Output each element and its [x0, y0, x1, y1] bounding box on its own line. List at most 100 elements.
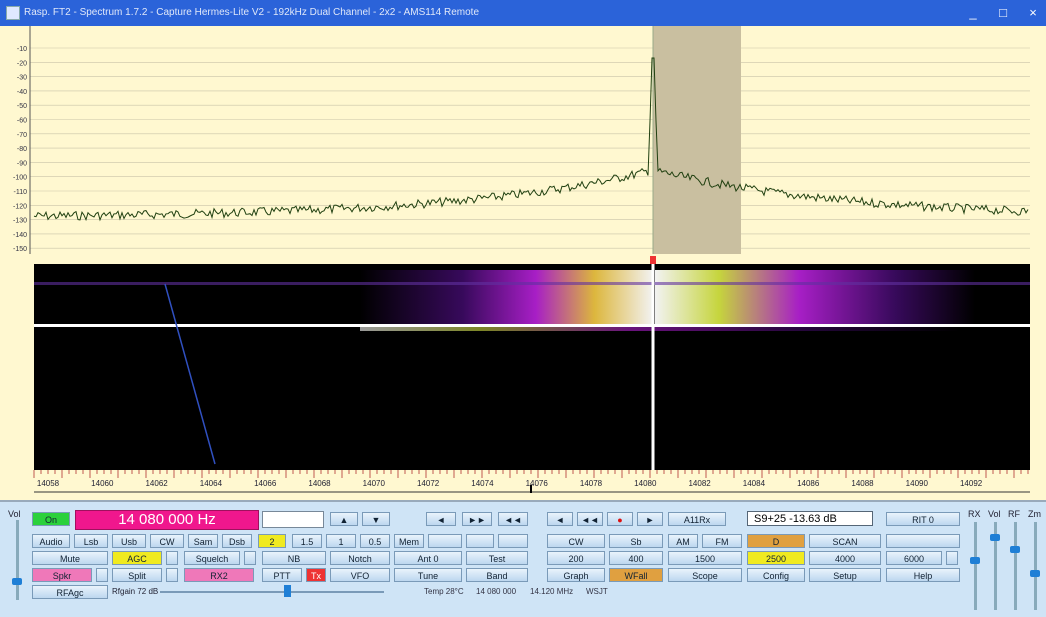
rx-slider-thumb[interactable] [970, 557, 980, 564]
bw-6000-button[interactable]: 6000 [886, 551, 942, 565]
spectrum-display[interactable]: -10 -20 -30 -40 -50 -60 -70 -80 -90 -100 -110 -120 -… [0, 26, 1046, 254]
rx-select-button[interactable]: A11Rx [668, 512, 726, 526]
empty-button-1[interactable] [428, 534, 462, 548]
digital-mode-button[interactable]: D [747, 534, 805, 548]
notch-button[interactable]: Notch [330, 551, 390, 565]
agc-button[interactable]: AGC [112, 551, 162, 565]
freq-label: 14062 [145, 479, 168, 488]
scope-button[interactable]: Scope [668, 568, 742, 582]
step-up-button[interactable]: ▲ [330, 512, 358, 526]
db-label: -120 [13, 203, 27, 210]
bw-option-button[interactable] [946, 551, 958, 565]
dsb-button[interactable]: Dsb [222, 534, 252, 548]
squelch-button[interactable]: Squelch [184, 551, 240, 565]
zoom-slider-track[interactable] [1034, 522, 1037, 610]
vfo-button[interactable]: VFO [330, 568, 390, 582]
waterfall-signal-left [360, 270, 653, 326]
slider-label-vol: Vol [988, 509, 1001, 519]
rf-slider-thumb[interactable] [1010, 546, 1020, 553]
db-label: -60 [17, 118, 27, 125]
setup-button[interactable]: Setup [809, 568, 881, 582]
test-button[interactable]: Test [466, 551, 528, 565]
prev-button[interactable]: ◄ [426, 512, 456, 526]
empty-button-2[interactable] [466, 534, 494, 548]
close-button[interactable]: × [1022, 4, 1044, 22]
rf-slider-track[interactable] [1014, 522, 1017, 610]
frequency-display[interactable]: 14 080 000 Hz [75, 510, 259, 530]
cw-right-button[interactable]: CW [547, 534, 605, 548]
rx-slider-track[interactable] [974, 522, 977, 610]
mem-button[interactable]: Mem [394, 534, 424, 548]
usb-button[interactable]: Usb [112, 534, 146, 548]
freq-label: 14068 [308, 479, 331, 488]
audio-button[interactable]: Audio [32, 534, 70, 548]
minimize-button[interactable]: _ [962, 4, 984, 22]
nb-button[interactable]: NB [262, 551, 326, 565]
filter-2-button[interactable]: 2 [258, 534, 286, 548]
squelch-option-button[interactable] [244, 551, 256, 565]
waterfall-svg[interactable]: 14058 14060 14062 14064 14066 14068 14070 14072… [0, 254, 1046, 500]
on-button[interactable]: On [32, 512, 70, 526]
bw-4000-button[interactable]: 4000 [809, 551, 881, 565]
vol-slider-thumb[interactable] [990, 534, 1000, 541]
empty-button-3[interactable] [498, 534, 528, 548]
waterfall-signal-right [655, 270, 975, 326]
tune-button[interactable]: Tune [394, 568, 462, 582]
help-button[interactable]: Help [886, 568, 960, 582]
step-down-button[interactable]: ▼ [362, 512, 390, 526]
freq-label: 14082 [688, 479, 711, 488]
slider-label-zm: Zm [1028, 509, 1041, 519]
speaker-button[interactable]: Spkr [32, 568, 92, 582]
back-button[interactable]: ◄ [547, 512, 573, 526]
status-mode: WSJT [586, 587, 608, 596]
frequency-entry-field[interactable] [262, 511, 324, 528]
play-button[interactable]: ► [637, 512, 663, 526]
db-label: -70 [17, 132, 27, 139]
fast-forward-button[interactable]: ►► [462, 512, 492, 526]
scan-button[interactable]: SCAN [809, 534, 881, 548]
freq-label: 14080 [634, 479, 657, 488]
rx2-button[interactable]: RX2 [184, 568, 254, 582]
bw-2500-button[interactable]: 2500 [747, 551, 805, 565]
rf-gain-thumb[interactable] [284, 585, 291, 597]
bw-1500-button[interactable]: 1500 [668, 551, 742, 565]
speaker-option-button[interactable] [96, 568, 108, 582]
record-button[interactable]: ● [607, 512, 633, 526]
bw-200-button[interactable]: 200 [547, 551, 605, 565]
am-button[interactable]: AM [668, 534, 698, 548]
antenna-button[interactable]: Ant 0 [394, 551, 462, 565]
fm-button[interactable]: FM [702, 534, 742, 548]
ptt-button[interactable]: PTT [262, 568, 302, 582]
volume-slider-thumb[interactable] [12, 578, 22, 585]
rf-gain-track[interactable] [160, 591, 384, 593]
graph-button[interactable]: Graph [547, 568, 605, 582]
filter-1-5-button[interactable]: 1.5 [292, 534, 322, 548]
cw-mode-button[interactable]: CW [150, 534, 184, 548]
filter-1-button[interactable]: 1 [326, 534, 356, 548]
agc-option-button[interactable] [166, 551, 178, 565]
rf-agc-button[interactable]: RFAgc [32, 585, 108, 599]
split-option-button[interactable] [166, 568, 178, 582]
back-fast-button[interactable]: ◄◄ [577, 512, 603, 526]
config-button[interactable]: Config [747, 568, 805, 582]
filter-0-5-button[interactable]: 0.5 [360, 534, 390, 548]
rf-gain-label: Rfgain 72 dB [112, 587, 159, 596]
window-title: Rasp. FT2 - Spectrum 1.7.2 - Capture Her… [24, 7, 480, 18]
rit-button[interactable]: RIT 0 [886, 512, 960, 526]
spectrum-grid [29, 26, 1030, 254]
empty-right-button-1[interactable] [886, 534, 960, 548]
band-button[interactable]: Band [466, 568, 528, 582]
rewind-button[interactable]: ◄◄ [498, 512, 528, 526]
sb-button[interactable]: Sb [609, 534, 663, 548]
waterfall-button[interactable]: WFall [609, 568, 663, 582]
db-label: -30 [17, 75, 27, 82]
sam-button[interactable]: Sam [188, 534, 218, 548]
bw-400-button[interactable]: 400 [609, 551, 663, 565]
tx-button[interactable]: Tx [306, 568, 326, 582]
lsb-button[interactable]: Lsb [74, 534, 108, 548]
zoom-slider-thumb[interactable] [1030, 570, 1040, 577]
split-button[interactable]: Split [112, 568, 162, 582]
volume-slider-track[interactable] [16, 520, 19, 600]
mute-button[interactable]: Mute [32, 551, 108, 565]
maximize-button[interactable]: □ [992, 4, 1014, 22]
